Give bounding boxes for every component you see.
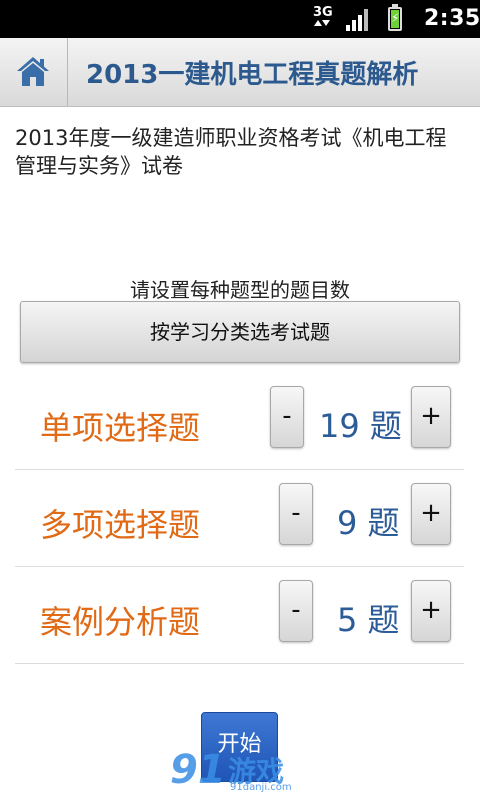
increment-button[interactable]: + (411, 580, 451, 642)
title-bar: 2013一建机电工程真题解析 (0, 38, 480, 107)
signal-icon (346, 9, 372, 31)
decrement-button[interactable]: - (270, 386, 304, 448)
question-type-label: 单项选择题 (40, 409, 201, 447)
decrement-button[interactable]: - (279, 483, 313, 545)
network-type: 3G (313, 5, 333, 20)
home-button[interactable] (0, 38, 68, 106)
watermark-logo: 91 游戏 91danji.com (170, 748, 320, 798)
question-type-row-case: 案例分析题 - 5 题 + (15, 567, 464, 664)
increment-button[interactable]: + (411, 386, 451, 448)
watermark-url: 91danji.com (230, 782, 292, 793)
hint-text: 请设置每种题型的题目数 (130, 278, 350, 302)
select-by-category-button[interactable]: 按学习分类选考试题 (20, 301, 460, 363)
status-bar: 3G ⚡ 2:35 (0, 0, 480, 38)
question-type-row-single: 单项选择题 - 19 题 + (15, 373, 464, 470)
question-type-label: 案例分析题 (40, 603, 201, 641)
decrement-button[interactable]: - (279, 580, 313, 642)
question-type-label: 多项选择题 (40, 506, 201, 544)
question-count: 19 题 (319, 407, 402, 445)
page-title: 2013一建机电工程真题解析 (86, 60, 419, 90)
question-count: 5 题 (337, 601, 400, 639)
exam-description: 2013年度一级建造师职业资格考试《机电工程管理与实务》试卷 (15, 126, 447, 178)
increment-button[interactable]: + (411, 483, 451, 545)
clock: 2:35 (424, 6, 480, 31)
question-count: 9 题 (337, 504, 400, 542)
network-3g-icon: 3G (311, 5, 333, 32)
battery-charging-icon: ⚡ (388, 4, 402, 31)
watermark-number: 91 (170, 747, 226, 793)
question-type-row-multiple: 多项选择题 - 9 题 + (15, 470, 464, 567)
home-icon (17, 57, 49, 86)
